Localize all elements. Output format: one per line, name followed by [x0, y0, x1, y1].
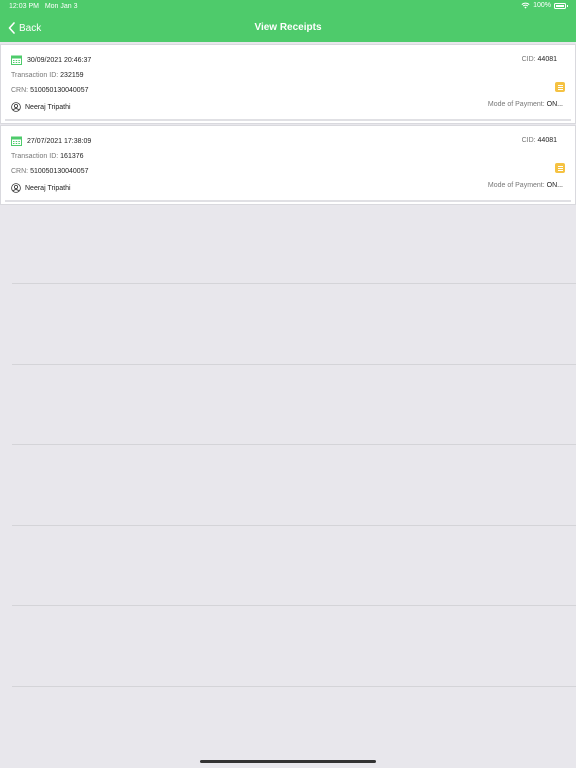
- receipt-datetime: 30/09/2021 20:46:37: [27, 56, 92, 64]
- receipts-list: 30/09/2021 20:46:37 CID: 44081 Transacti…: [0, 42, 576, 206]
- home-indicator[interactable]: [200, 760, 376, 763]
- cid-value: 44081: [537, 137, 557, 144]
- receipt-transaction-id: Transaction ID: 232159: [11, 72, 84, 79]
- status-bar: 12:03 PM Mon Jan 3 100%: [0, 0, 576, 14]
- user-circle-icon: [11, 183, 21, 193]
- status-time: 12:03 PM: [9, 3, 39, 10]
- mode-of-payment-value: ON...: [546, 101, 563, 108]
- calendar-icon: [11, 136, 22, 146]
- crn-label: CRN:: [11, 168, 29, 175]
- empty-list-area: [0, 204, 576, 768]
- row-separator: [12, 525, 576, 526]
- status-indicators: 100%: [521, 2, 568, 9]
- receipt-card[interactable]: 27/07/2021 17:38:09 CID: 44081 Transacti…: [0, 125, 576, 205]
- calendar-icon: [11, 55, 22, 65]
- receipt-user: Neeraj Tripathi: [11, 183, 71, 193]
- page-title: View Receipts: [254, 22, 322, 33]
- mode-of-payment-label: Mode of Payment:: [487, 101, 545, 108]
- crn-value: 510050130040057: [30, 87, 89, 94]
- cid-label: CID:: [521, 137, 536, 144]
- mode-of-payment-value: ON...: [546, 182, 563, 189]
- transaction-id-value: 161376: [60, 153, 84, 160]
- receipt-crn: CRN: 510050130040057: [11, 87, 88, 94]
- battery-percent: 100%: [533, 2, 551, 9]
- receipt-mode-of-payment: Mode of Payment: ON...: [488, 182, 563, 189]
- cid-value: 44081: [537, 56, 557, 63]
- transaction-id-label: Transaction ID:: [11, 72, 59, 79]
- receipt-card-body: 30/09/2021 20:46:37 CID: 44081 Transacti…: [5, 47, 571, 121]
- menu-badge-icon[interactable]: [555, 82, 565, 92]
- receipt-date-row: 30/09/2021 20:46:37: [11, 55, 91, 65]
- status-time-date: 12:03 PM Mon Jan 3: [9, 3, 78, 10]
- status-date: Mon Jan 3: [44, 3, 78, 10]
- cid-label: CID:: [521, 56, 536, 63]
- menu-badge-icon[interactable]: [555, 163, 565, 173]
- mode-of-payment-label: Mode of Payment:: [487, 182, 545, 189]
- wifi-icon: [521, 2, 530, 9]
- receipt-cid: CID: 44081: [522, 56, 557, 63]
- battery-icon: [554, 2, 568, 9]
- navigation-bar: Back View Receipts: [0, 14, 576, 42]
- receipt-crn: CRN: 510050130040057: [11, 168, 88, 175]
- row-separator: [12, 686, 576, 687]
- receipt-mode-of-payment: Mode of Payment: ON...: [488, 101, 563, 108]
- user-name: Neeraj Tripathi: [25, 184, 71, 192]
- receipt-card[interactable]: 30/09/2021 20:46:37 CID: 44081 Transacti…: [0, 44, 576, 124]
- row-separator: [12, 364, 576, 365]
- user-name: Neeraj Tripathi: [25, 103, 71, 111]
- receipt-date-row: 27/07/2021 17:38:09: [11, 136, 91, 146]
- row-separator: [12, 283, 576, 284]
- row-separator: [12, 605, 576, 606]
- transaction-id-value: 232159: [60, 72, 84, 79]
- row-separator: [12, 444, 576, 445]
- user-circle-icon: [11, 102, 21, 112]
- receipt-user: Neeraj Tripathi: [11, 102, 71, 112]
- receipt-cid: CID: 44081: [522, 137, 557, 144]
- crn-label: CRN:: [11, 87, 29, 94]
- receipt-transaction-id: Transaction ID: 161376: [11, 153, 84, 160]
- transaction-id-label: Transaction ID:: [11, 153, 59, 160]
- crn-value: 510050130040057: [30, 168, 89, 175]
- receipt-datetime: 27/07/2021 17:38:09: [27, 137, 92, 145]
- receipt-card-body: 27/07/2021 17:38:09 CID: 44081 Transacti…: [5, 128, 571, 202]
